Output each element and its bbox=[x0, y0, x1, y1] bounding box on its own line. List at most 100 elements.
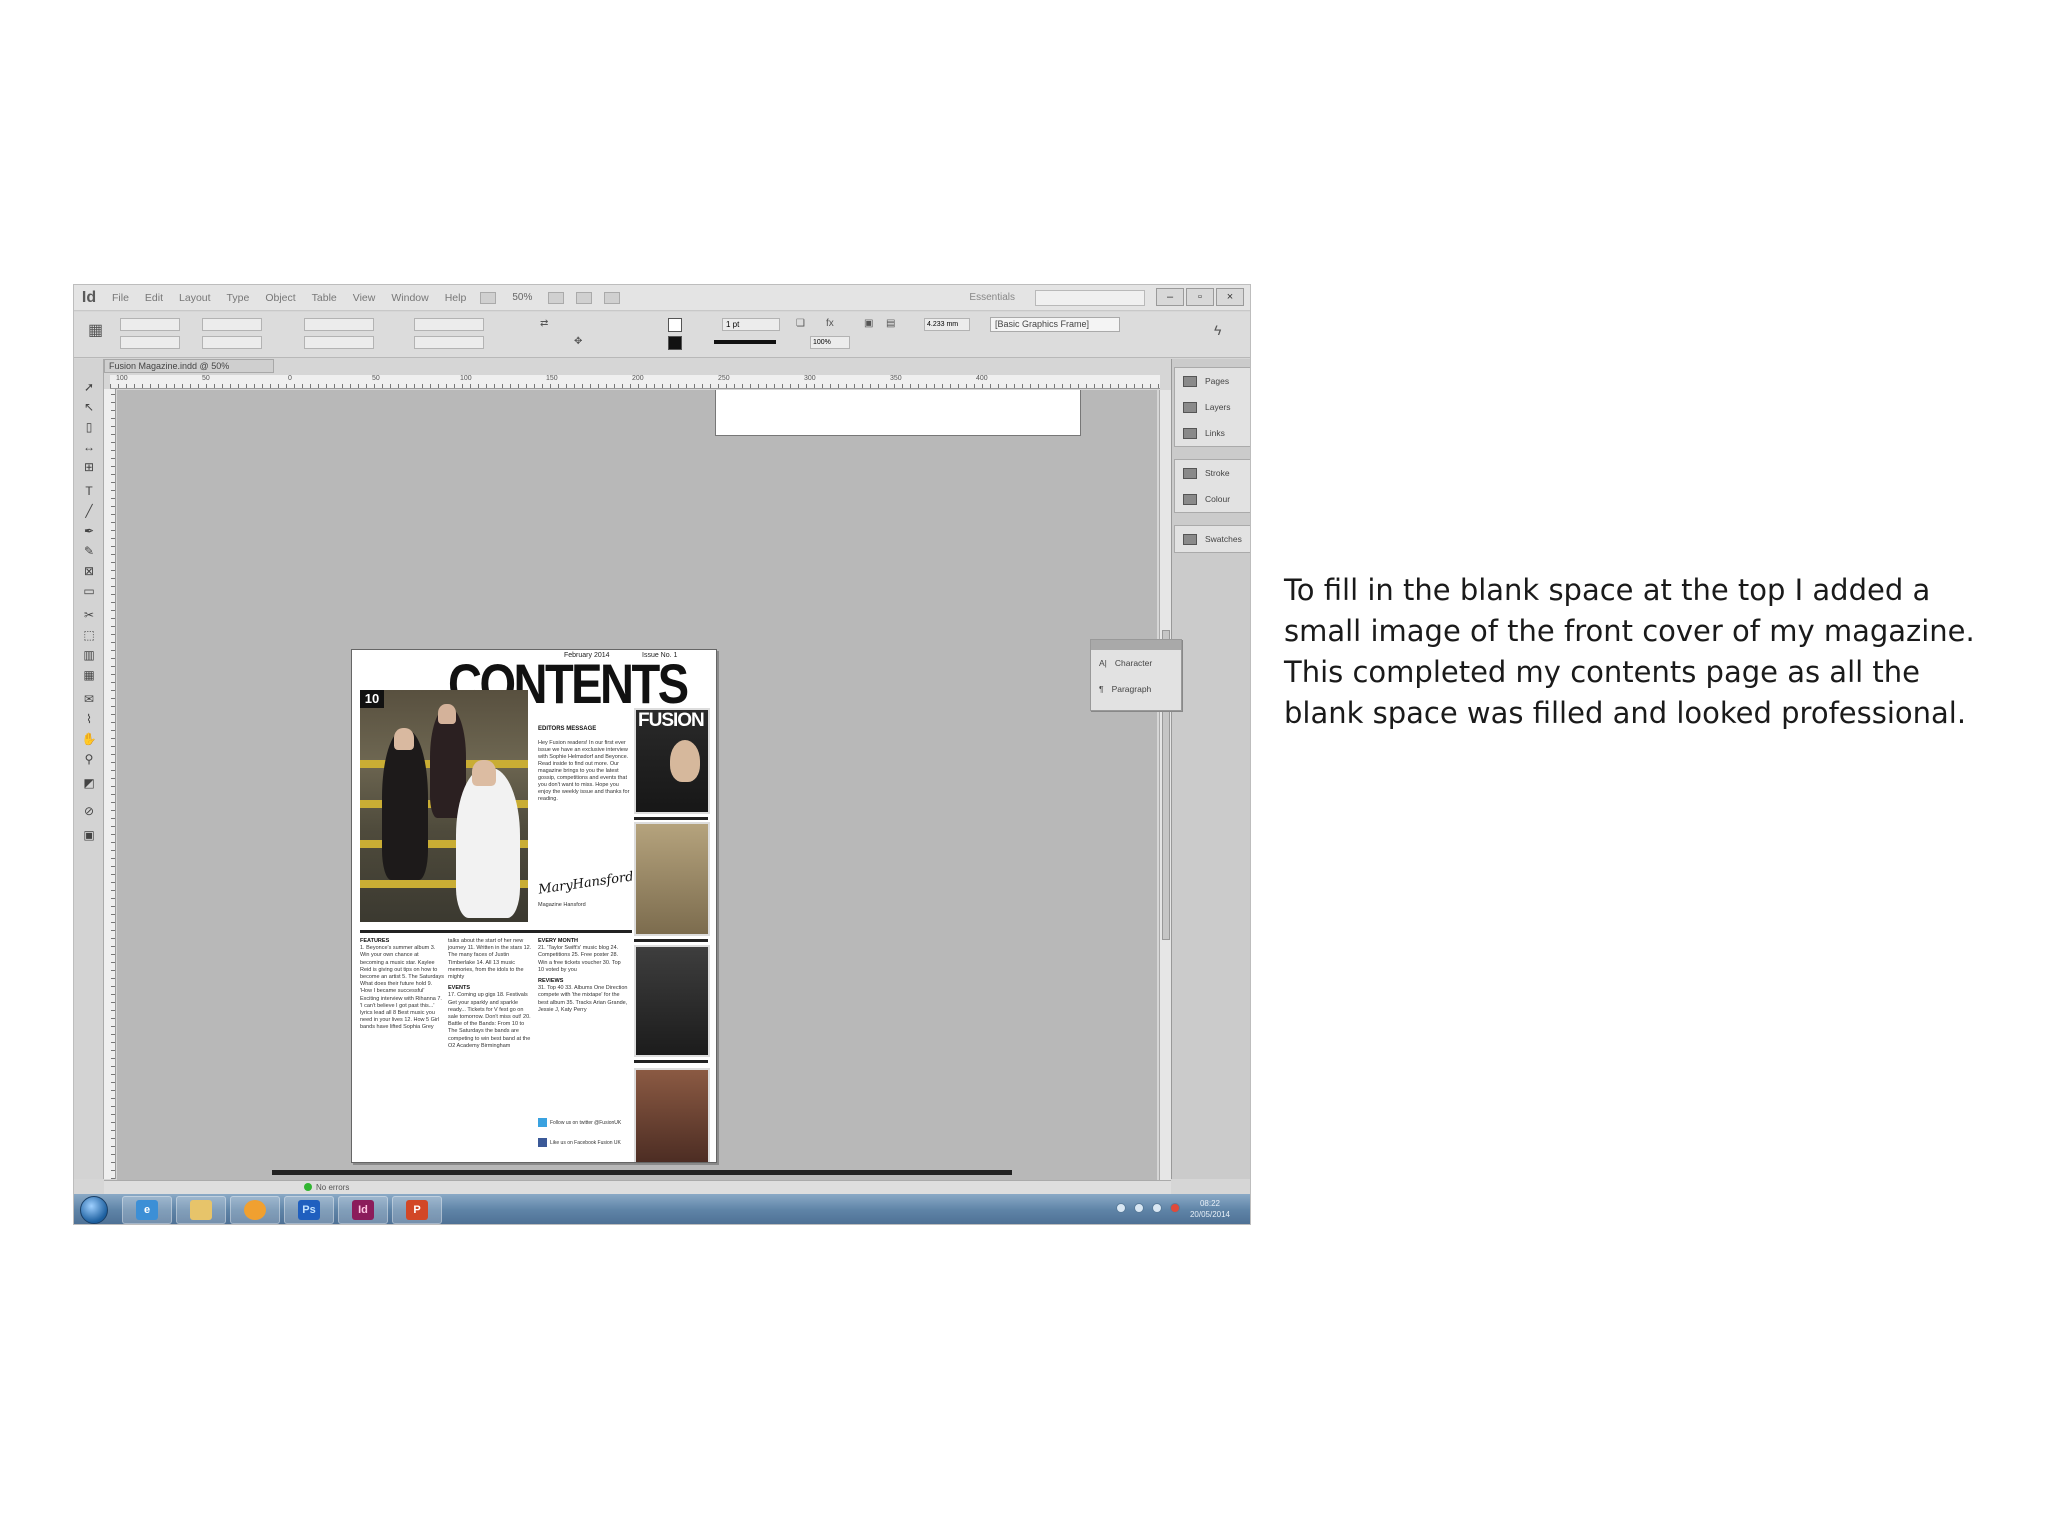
minimize-button[interactable]: – bbox=[1156, 288, 1184, 306]
pen-tool-icon[interactable]: ✒ bbox=[80, 523, 98, 539]
pages-panel-tab[interactable]: Pages bbox=[1175, 368, 1250, 394]
eyedropper-tool-icon[interactable]: ⌇ bbox=[80, 711, 98, 727]
zoom-tool-icon[interactable]: ⚲ bbox=[80, 751, 98, 767]
object-style-select[interactable]: [Basic Graphics Frame] bbox=[990, 317, 1120, 332]
menu-view[interactable]: View bbox=[345, 292, 384, 304]
y-field[interactable] bbox=[120, 336, 180, 349]
vertical-scrollbar[interactable] bbox=[1159, 390, 1171, 1180]
apply-none-icon[interactable]: ⊘ bbox=[80, 803, 98, 819]
photo-thumbnail[interactable] bbox=[634, 1068, 710, 1162]
horizontal-scrollbar[interactable] bbox=[272, 1170, 1012, 1175]
character-panel-tab[interactable]: A| Character bbox=[1091, 650, 1181, 676]
gradient-feather-tool-icon[interactable]: ▦ bbox=[80, 667, 98, 683]
close-button[interactable]: × bbox=[1216, 288, 1244, 306]
menu-type[interactable]: Type bbox=[219, 292, 258, 304]
screen-mode-tool-icon[interactable]: ▣ bbox=[80, 827, 98, 843]
flip-icon[interactable]: ⇄ bbox=[540, 318, 548, 329]
type-tool-icon[interactable]: T bbox=[80, 483, 98, 499]
front-cover-thumbnail[interactable]: FUSION bbox=[634, 708, 710, 814]
menu-window[interactable]: Window bbox=[383, 292, 436, 304]
rectangle-frame-tool-icon[interactable]: ⊠ bbox=[80, 563, 98, 579]
swatches-panel-tab[interactable]: Swatches bbox=[1175, 526, 1250, 552]
opacity-field[interactable]: 100% bbox=[810, 336, 850, 349]
selection-tool-icon[interactable]: ➚ bbox=[80, 379, 98, 395]
menu-object[interactable]: Object bbox=[257, 292, 303, 304]
photo-thumbnail[interactable] bbox=[634, 822, 710, 936]
fill-swatch[interactable] bbox=[668, 318, 682, 332]
menu-file[interactable]: File bbox=[104, 292, 137, 304]
layers-label: Layers bbox=[1205, 402, 1231, 412]
taskbar-indesign[interactable]: Id bbox=[338, 1196, 388, 1224]
pasteboard[interactable]: February 2014 Issue No. 1 CONTENTS 10 ED… bbox=[117, 390, 1157, 1180]
preflight-label[interactable]: No errors bbox=[316, 1181, 349, 1194]
shear-field[interactable] bbox=[414, 336, 484, 349]
pencil-tool-icon[interactable]: ✎ bbox=[80, 543, 98, 559]
restore-button[interactable]: ▫ bbox=[1186, 288, 1214, 306]
lightning-icon[interactable]: ϟ bbox=[1214, 322, 1221, 338]
scissors-tool-icon[interactable]: ✂ bbox=[80, 607, 98, 623]
line-tool-icon[interactable]: ╱ bbox=[80, 503, 98, 519]
start-button[interactable] bbox=[80, 1196, 108, 1224]
paragraph-panel-tab[interactable]: ¶ Paragraph bbox=[1091, 676, 1181, 702]
volume-icon[interactable] bbox=[1152, 1203, 1162, 1213]
flag-icon[interactable] bbox=[1170, 1203, 1180, 1213]
arrange-documents-icon[interactable] bbox=[604, 291, 621, 304]
stroke-panel-tab[interactable]: Stroke bbox=[1175, 460, 1250, 486]
content-collector-icon[interactable]: ⊞ bbox=[80, 459, 98, 475]
reference-size-field[interactable]: 4.233 mm bbox=[924, 318, 970, 331]
panel-group-pages: Pages Layers Links bbox=[1174, 367, 1250, 447]
taskbar-photoshop[interactable]: Ps bbox=[284, 1196, 334, 1224]
taskbar-ie[interactable]: e bbox=[122, 1196, 172, 1224]
floating-panel-header[interactable] bbox=[1091, 640, 1181, 650]
stroke-weight-field[interactable]: 1 pt bbox=[722, 318, 780, 331]
screen-mode-icon[interactable] bbox=[576, 291, 593, 304]
network-icon[interactable] bbox=[1134, 1203, 1144, 1213]
hand-tool-icon[interactable]: ✋ bbox=[80, 731, 98, 747]
workspace-switcher[interactable]: Essentials bbox=[969, 292, 1015, 303]
rotate-field[interactable] bbox=[414, 318, 484, 331]
caption-line: To fill in the blank space at the top I … bbox=[1284, 573, 1931, 607]
bridge-icon[interactable] bbox=[480, 291, 497, 304]
menu-table[interactable]: Table bbox=[304, 292, 345, 304]
fit-frame-icon[interactable]: ▣ bbox=[864, 318, 873, 329]
layers-panel-tab[interactable]: Layers bbox=[1175, 394, 1250, 420]
scale-y-field[interactable] bbox=[304, 336, 374, 349]
x-field[interactable] bbox=[120, 318, 180, 331]
clock[interactable]: 08:22 20/05/2014 bbox=[1182, 1198, 1238, 1220]
free-transform-tool-icon[interactable]: ⬚ bbox=[80, 627, 98, 643]
height-field[interactable] bbox=[202, 336, 262, 349]
page-tool-icon[interactable]: ▯ bbox=[80, 419, 98, 435]
direct-selection-tool-icon[interactable]: ↖ bbox=[80, 399, 98, 415]
drop-shadow-icon[interactable]: ❏ bbox=[796, 318, 805, 329]
taskbar-powerpoint[interactable]: P bbox=[392, 1196, 442, 1224]
view-options-icon[interactable] bbox=[548, 291, 565, 304]
colour-panel-tab[interactable]: Colour bbox=[1175, 486, 1250, 512]
gradient-swatch-tool-icon[interactable]: ▥ bbox=[80, 647, 98, 663]
menu-help[interactable]: Help bbox=[437, 292, 475, 304]
stroke-type-line[interactable] bbox=[714, 340, 776, 344]
select-content-icon[interactable]: ✥ bbox=[574, 336, 582, 347]
document-tab[interactable]: Fusion Magazine.indd @ 50% bbox=[104, 359, 274, 373]
fit-content-icon[interactable]: ▤ bbox=[886, 318, 895, 329]
menu-edit[interactable]: Edit bbox=[137, 292, 171, 304]
ruler-mark: 100 bbox=[460, 375, 472, 382]
menu-layout[interactable]: Layout bbox=[171, 292, 219, 304]
tray-icon[interactable] bbox=[1116, 1203, 1126, 1213]
stroke-swatch[interactable] bbox=[668, 336, 682, 350]
width-field[interactable] bbox=[202, 318, 262, 331]
photo-thumbnail[interactable] bbox=[634, 945, 710, 1057]
reference-point-icon[interactable]: ▦ bbox=[88, 320, 103, 340]
fill-stroke-icon[interactable]: ◩ bbox=[80, 775, 98, 791]
taskbar-explorer[interactable] bbox=[176, 1196, 226, 1224]
zoom-level[interactable]: 50% bbox=[502, 292, 542, 303]
contents-page[interactable]: February 2014 Issue No. 1 CONTENTS 10 ED… bbox=[351, 649, 717, 1163]
taskbar-media[interactable] bbox=[230, 1196, 280, 1224]
links-panel-tab[interactable]: Links bbox=[1175, 420, 1250, 446]
note-tool-icon[interactable]: ✉ bbox=[80, 691, 98, 707]
gap-tool-icon[interactable]: ↔ bbox=[80, 439, 98, 455]
effects-icon[interactable]: fx bbox=[826, 318, 834, 329]
help-search-input[interactable] bbox=[1035, 290, 1145, 306]
rectangle-tool-icon[interactable]: ▭ bbox=[80, 583, 98, 599]
scale-x-field[interactable] bbox=[304, 318, 374, 331]
preflight-status-icon[interactable] bbox=[304, 1183, 312, 1191]
